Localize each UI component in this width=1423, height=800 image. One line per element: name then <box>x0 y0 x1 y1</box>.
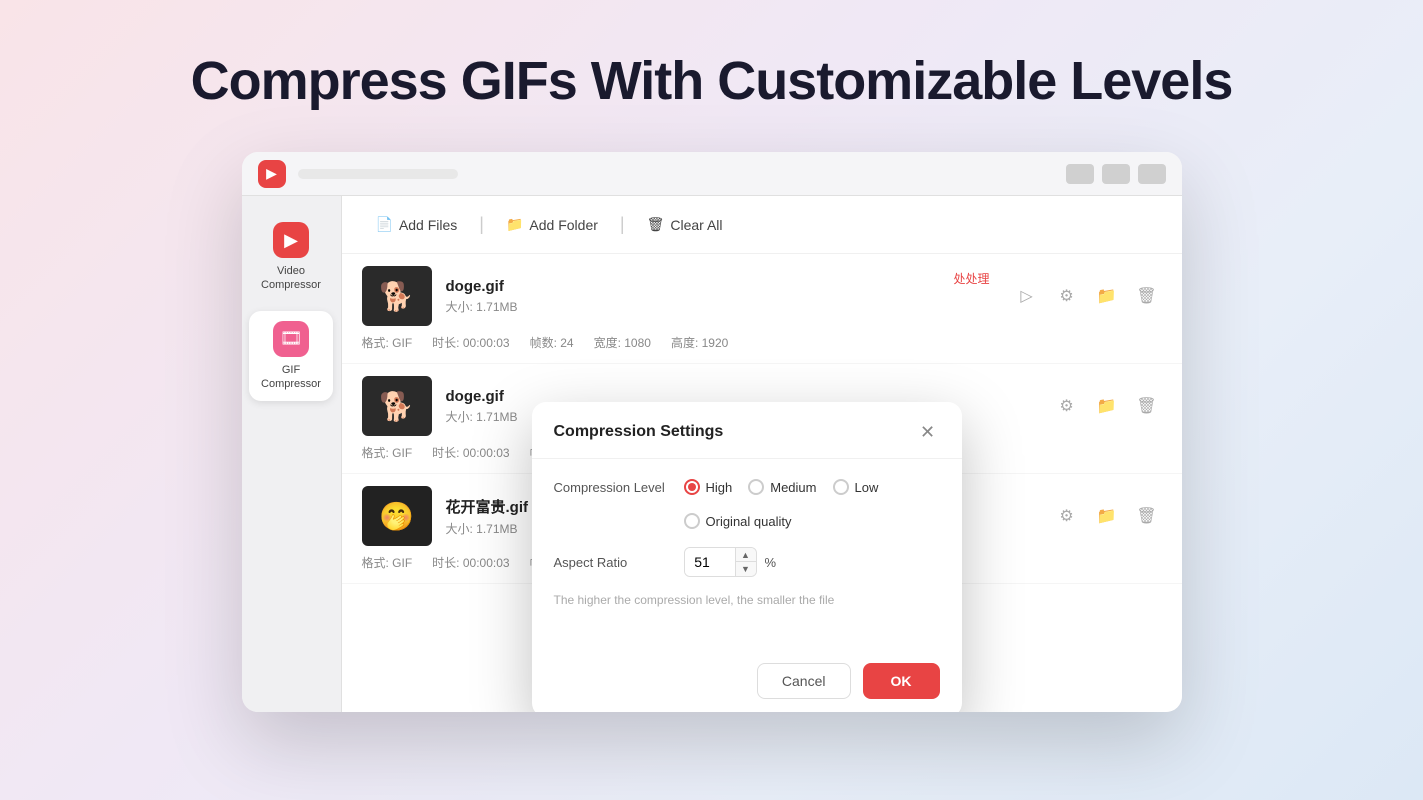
clear-all-icon: 🗑 <box>647 216 665 233</box>
file-meta-1: 格式: GIF 时长: 00:00:03 帧数: 24 宽度: 1080 高度:… <box>362 334 1162 351</box>
radio-low[interactable]: Low <box>833 479 879 495</box>
radio-high-label: High <box>706 480 733 495</box>
folder-button-3[interactable]: 📁 <box>1092 501 1122 531</box>
file-name-1: doge.gif <box>446 278 998 295</box>
toolbar: 📄 Add Files | 📁 Add Folder | 🗑 Clear All <box>342 196 1182 254</box>
file-duration-1: 时长: 00:00:03 <box>432 334 509 351</box>
title-bar-spacer <box>298 169 458 179</box>
add-folder-button[interactable]: 📁 Add Folder <box>492 208 612 241</box>
file-format-1: 格式: GIF <box>362 334 413 351</box>
page-title: Compress GIFs With Customizable Levels <box>191 50 1233 112</box>
radio-inner-high <box>688 483 696 491</box>
number-spinners: ▲ ▼ <box>735 548 756 576</box>
video-compressor-icon: ▶ <box>273 222 309 258</box>
settings-button-2[interactable]: ⚙ <box>1052 391 1082 421</box>
radio-circle-high <box>684 479 700 495</box>
file-thumb-1: 🐕 <box>362 266 432 326</box>
file-thumb-3: 🤭 <box>362 486 432 546</box>
app-logo-icon: ▶ <box>258 160 286 188</box>
spinner-down-button[interactable]: ▼ <box>736 562 756 576</box>
modal-footer: Cancel OK <box>532 649 962 712</box>
file-actions-1: ▷ ⚙ 📁 🗑 <box>1012 281 1162 311</box>
compression-level-label: Compression Level <box>554 480 684 495</box>
processing-badge: 处处理 <box>941 266 1001 291</box>
modal-title: Compression Settings <box>554 423 724 441</box>
cancel-button[interactable]: Cancel <box>757 663 851 699</box>
aspect-ratio-label: Aspect Ratio <box>554 555 684 570</box>
folder-button-2[interactable]: 📁 <box>1092 391 1122 421</box>
radio-original-label: Original quality <box>706 514 792 529</box>
add-folder-icon: 📁 <box>506 216 523 233</box>
gif-compressor-icon: 🎞 <box>273 321 309 357</box>
sidebar-item-video-label: Video Compressor <box>255 264 327 293</box>
sidebar: ▶ Video Compressor 🎞 GIFCompressor <box>242 196 342 712</box>
radio-medium-label: Medium <box>770 480 816 495</box>
radio-high[interactable]: High <box>684 479 733 495</box>
modal-close-button[interactable]: ✕ <box>916 420 940 444</box>
file-thumb-2: 🐕 <box>362 376 432 436</box>
delete-button-2[interactable]: 🗑 <box>1132 391 1162 421</box>
aspect-ratio-input-wrap[interactable]: ▲ ▼ <box>684 547 757 577</box>
modal-body: Compression Level High Medium <box>532 459 962 649</box>
file-actions-2: ⚙ 📁 🗑 <box>1052 391 1162 421</box>
window-close-btn[interactable] <box>1138 164 1166 184</box>
delete-button-3[interactable]: 🗑 <box>1132 501 1162 531</box>
file-item-top-1: 🐕 doge.gif 大小: 1.71MB ▷ ⚙ 📁 🗑 <box>362 266 1162 326</box>
add-folder-label: Add Folder <box>529 217 597 233</box>
clear-all-button[interactable]: 🗑 Clear All <box>633 208 737 241</box>
folder-button-1[interactable]: 📁 <box>1092 281 1122 311</box>
sidebar-item-gif-label: GIFCompressor <box>261 363 321 392</box>
file-width-1: 宽度: 1080 <box>594 334 651 351</box>
aspect-ratio-row: Aspect Ratio ▲ ▼ % <box>554 547 940 577</box>
window-controls <box>1066 164 1166 184</box>
file-actions-3: ⚙ 📁 🗑 <box>1052 501 1162 531</box>
divider-1: | <box>475 214 488 235</box>
play-button-1[interactable]: ▷ <box>1012 281 1042 311</box>
sidebar-item-gif-compressor[interactable]: 🎞 GIFCompressor <box>249 311 333 402</box>
add-files-label: Add Files <box>399 217 457 233</box>
title-bar: ▶ <box>242 152 1182 196</box>
window-maximize-btn[interactable] <box>1102 164 1130 184</box>
radio-original-quality[interactable]: Original quality <box>684 513 940 529</box>
file-format-3: 格式: GIF <box>362 554 413 571</box>
file-duration-2: 时长: 00:00:03 <box>432 444 509 461</box>
spinner-up-button[interactable]: ▲ <box>736 548 756 562</box>
radio-circle-original <box>684 513 700 529</box>
file-frames-1: 帧数: 24 <box>530 334 574 351</box>
radio-circle-low <box>833 479 849 495</box>
aspect-ratio-input[interactable] <box>685 548 735 576</box>
compression-settings-dialog[interactable]: Compression Settings ✕ Compression Level… <box>532 402 962 712</box>
add-files-icon: 📄 <box>376 216 393 233</box>
settings-button-1[interactable]: ⚙ <box>1052 281 1082 311</box>
radio-circle-medium <box>748 479 764 495</box>
clear-all-label: Clear All <box>670 217 722 233</box>
ok-button[interactable]: OK <box>863 663 940 699</box>
compression-level-radio-group: High Medium Low <box>684 479 879 495</box>
window-minimize-btn[interactable] <box>1066 164 1094 184</box>
sidebar-item-video-compressor[interactable]: ▶ Video Compressor <box>249 212 333 303</box>
radio-low-label: Low <box>855 480 879 495</box>
percent-label: % <box>765 555 777 570</box>
radio-medium[interactable]: Medium <box>748 479 816 495</box>
file-format-2: 格式: GIF <box>362 444 413 461</box>
app-window: ▶ ▶ Video Compressor 🎞 GIFCompressor <box>242 152 1182 712</box>
add-files-button[interactable]: 📄 Add Files <box>362 208 472 241</box>
table-row: 处处理 🐕 doge.gif 大小: 1.71MB ▷ ⚙ 📁 🗑 <box>342 254 1182 364</box>
divider-2: | <box>616 214 629 235</box>
compression-level-row: Compression Level High Medium <box>554 479 940 495</box>
hint-text: The higher the compression level, the sm… <box>554 591 940 609</box>
file-height-1: 高度: 1920 <box>671 334 728 351</box>
original-quality-row: Original quality <box>554 513 940 529</box>
file-info-1: doge.gif 大小: 1.71MB <box>446 278 998 315</box>
delete-button-1[interactable]: 🗑 <box>1132 281 1162 311</box>
modal-header: Compression Settings ✕ <box>532 402 962 459</box>
file-duration-3: 时长: 00:00:03 <box>432 554 509 571</box>
file-size-1: 大小: 1.71MB <box>446 298 998 315</box>
settings-button-3[interactable]: ⚙ <box>1052 501 1082 531</box>
